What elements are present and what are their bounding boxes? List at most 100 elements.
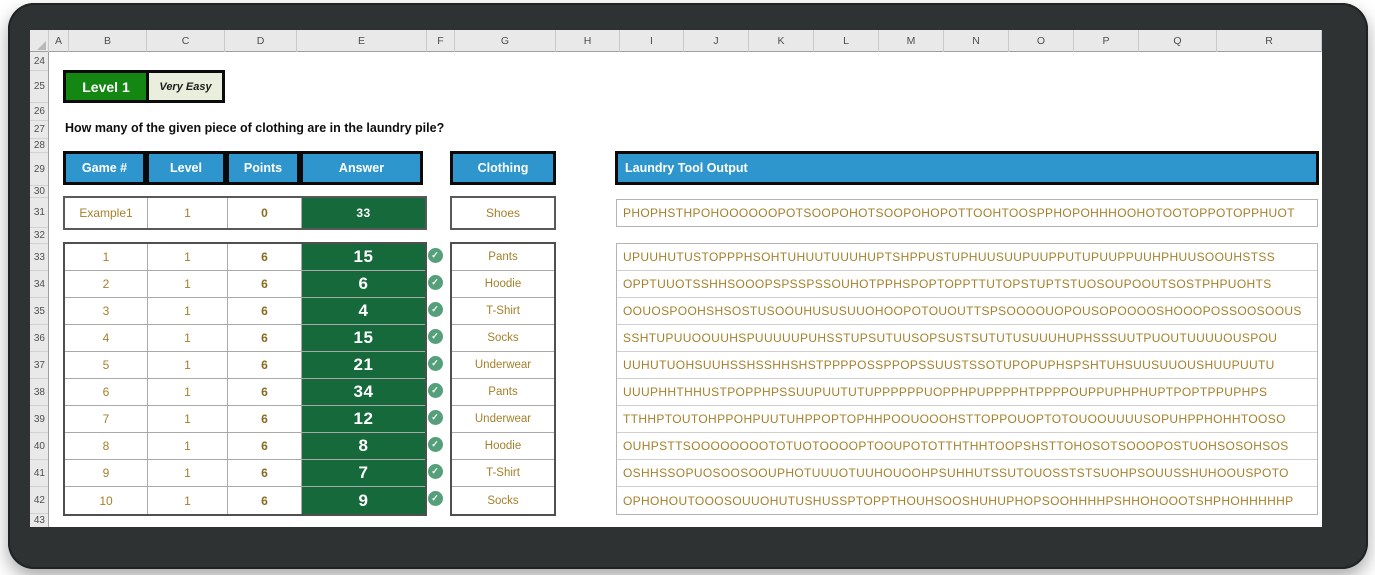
column-header-M[interactable]: M	[879, 30, 944, 52]
level-badge[interactable]: Level 1 Very Easy	[63, 70, 225, 103]
row-header-31[interactable]: 31	[30, 198, 48, 228]
row-header-32[interactable]: 32	[30, 228, 48, 244]
header-answer[interactable]: Answer	[300, 151, 423, 185]
level-difficulty-label[interactable]: Very Easy	[149, 73, 222, 100]
output-cell[interactable]: TTHHPTOUTOHPPOHPUUTUHPPOPTOPHHPOOUOOOHST…	[617, 406, 1317, 433]
level-cell[interactable]: 1	[148, 352, 228, 378]
points-cell[interactable]: 6	[228, 460, 302, 486]
game-number-cell[interactable]: 4	[65, 325, 148, 351]
points-cell[interactable]: 6	[228, 487, 302, 514]
column-header-P[interactable]: P	[1074, 30, 1139, 52]
row-header-25[interactable]: 25	[30, 71, 48, 103]
points-cell[interactable]: 6	[228, 433, 302, 459]
points-cell[interactable]: 6	[228, 352, 302, 378]
row-header-39[interactable]: 39	[30, 406, 48, 433]
column-header-H[interactable]: H	[556, 30, 620, 52]
clothing-cell[interactable]: Hoodie	[452, 271, 554, 298]
row-header-27[interactable]: 27	[30, 121, 48, 139]
example-clothing-cell[interactable]: Shoes	[450, 196, 556, 230]
header-clothing[interactable]: Clothing	[450, 151, 556, 185]
points-cell[interactable]: 6	[228, 298, 302, 324]
output-cell[interactable]: UPUUHUTUSTOPPPHSOHTUHUUTUUUHUPTSHPPUSTUP…	[617, 244, 1317, 271]
game-number-cell[interactable]: 6	[65, 379, 148, 405]
row-header-38[interactable]: 38	[30, 379, 48, 406]
column-header-E[interactable]: E	[297, 30, 427, 52]
clothing-cell[interactable]: Socks	[452, 325, 554, 352]
row-header-26[interactable]: 26	[30, 103, 48, 121]
output-cell[interactable]: OPPTUUOTSSHHSOOOPSPSSPSSOUHOTPPHSPOPTOPP…	[617, 271, 1317, 298]
answer-cell[interactable]: 8	[302, 433, 425, 459]
column-header-J[interactable]: J	[684, 30, 749, 52]
column-header-R[interactable]: R	[1217, 30, 1322, 52]
level-cell[interactable]: 1	[148, 271, 228, 297]
answer-cell[interactable]: 7	[302, 460, 425, 486]
answer-cell[interactable]: 9	[302, 487, 425, 514]
answer-cell[interactable]: 4	[302, 298, 425, 324]
column-header-C[interactable]: C	[147, 30, 225, 52]
answer-cell[interactable]: 34	[302, 379, 425, 405]
answer-cell[interactable]: 6	[302, 271, 425, 297]
row-header-35[interactable]: 35	[30, 298, 48, 325]
row-header-28[interactable]: 28	[30, 139, 48, 153]
column-header-L[interactable]: L	[814, 30, 879, 52]
row-header-43[interactable]: 43	[30, 514, 48, 527]
clothing-cell[interactable]: Underwear	[452, 352, 554, 379]
header-level[interactable]: Level	[146, 151, 226, 185]
header-points[interactable]: Points	[226, 151, 300, 185]
level-cell[interactable]: 1	[148, 433, 228, 459]
game-number-cell[interactable]: 5	[65, 352, 148, 378]
select-all-corner[interactable]	[30, 30, 49, 52]
game-number-cell[interactable]: 7	[65, 406, 148, 432]
column-header-O[interactable]: O	[1009, 30, 1074, 52]
points-cell[interactable]: 6	[228, 406, 302, 432]
points-cell[interactable]: 6	[228, 379, 302, 405]
level-cell[interactable]: 1	[148, 460, 228, 486]
game-number-cell[interactable]: 2	[65, 271, 148, 297]
row-header-41[interactable]: 41	[30, 460, 48, 487]
clothing-cell[interactable]: T-Shirt	[452, 298, 554, 325]
answer-cell[interactable]: 15	[302, 244, 425, 270]
column-header-F[interactable]: F	[427, 30, 455, 52]
row-header-40[interactable]: 40	[30, 433, 48, 460]
column-header-I[interactable]: I	[620, 30, 684, 52]
points-cell[interactable]: 6	[228, 244, 302, 270]
column-header-Q[interactable]: Q	[1139, 30, 1217, 52]
game-number-cell[interactable]: 8	[65, 433, 148, 459]
row-header-29[interactable]: 29	[30, 153, 48, 186]
clothing-cell[interactable]: Pants	[452, 244, 554, 271]
level-cell[interactable]: 1	[148, 244, 228, 270]
output-cell[interactable]: OOUOSPOOHSHSOSTUSOOUHUSUSUUOHOOPOTOUOUTT…	[617, 298, 1317, 325]
row-header-24[interactable]: 24	[30, 52, 48, 71]
row-header-37[interactable]: 37	[30, 352, 48, 379]
level-cell[interactable]: 1	[148, 487, 228, 514]
points-cell[interactable]: 6	[228, 271, 302, 297]
output-cell[interactable]: OSHHSSOPUOSOOSOOUPHOTUUUOTUUHOUOOHPSUHHU…	[617, 460, 1317, 487]
answer-cell[interactable]: 15	[302, 325, 425, 351]
output-cell[interactable]: OPHOHOUTOOOSOUUOHUTUSHUSSPTOPPTHOUHSOOSH…	[617, 487, 1317, 514]
game-number-cell[interactable]: 1	[65, 244, 148, 270]
row-header-33[interactable]: 33	[30, 244, 48, 271]
row-header-42[interactable]: 42	[30, 487, 48, 514]
output-cell[interactable]: UUHUTUOHSUUHSSHSSHHSHSTPPPPOSSPPOPSSUUST…	[617, 352, 1317, 379]
clothing-cell[interactable]: Underwear	[452, 406, 554, 433]
clothing-cell[interactable]: Socks	[452, 487, 554, 514]
clothing-cell[interactable]: Hoodie	[452, 433, 554, 460]
header-game[interactable]: Game #	[63, 151, 146, 185]
column-header-D[interactable]: D	[225, 30, 297, 52]
example-points-cell[interactable]: 0	[228, 198, 302, 228]
output-cell[interactable]: SSHTUPUUOOUUHSPUUUUUPUHSSTUPSUTUUSOPSUST…	[617, 325, 1317, 352]
column-header-G[interactable]: G	[455, 30, 556, 52]
header-laundry-output[interactable]: Laundry Tool Output	[615, 151, 1319, 185]
row-header-36[interactable]: 36	[30, 325, 48, 352]
game-number-cell[interactable]: 10	[65, 487, 148, 514]
column-header-K[interactable]: K	[749, 30, 814, 52]
points-cell[interactable]: 6	[228, 325, 302, 351]
game-number-cell[interactable]: 3	[65, 298, 148, 324]
clothing-cell[interactable]: T-Shirt	[452, 460, 554, 487]
clothing-cell[interactable]: Pants	[452, 379, 554, 406]
level-cell[interactable]: 1	[148, 406, 228, 432]
example-output-cell[interactable]: PHOPHSTHPOHOOOOOOPOTSOOPOHOTSOOPOHOPOTTO…	[616, 199, 1318, 227]
example-answer-cell[interactable]: 33	[302, 198, 425, 228]
level-cell[interactable]: 1	[148, 298, 228, 324]
example-level-cell[interactable]: 1	[148, 198, 228, 228]
